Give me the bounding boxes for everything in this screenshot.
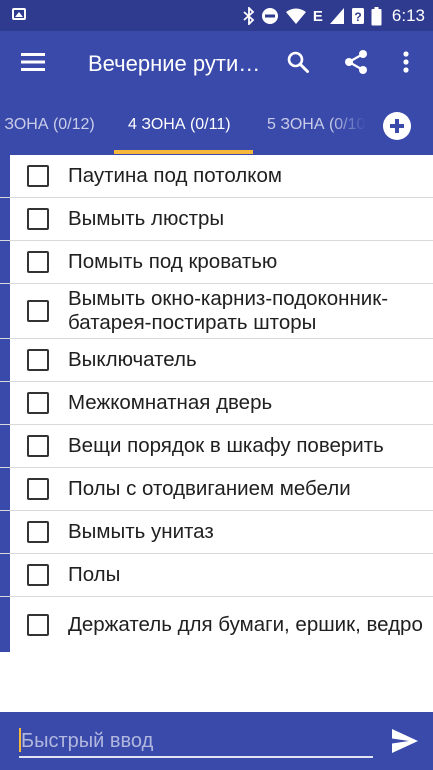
plus-circle-icon[interactable] — [383, 112, 411, 140]
task-checkbox[interactable] — [27, 435, 49, 457]
task-checkbox[interactable] — [27, 478, 49, 500]
send-icon[interactable] — [390, 727, 420, 755]
task-label: Паутина под потолком — [68, 164, 282, 187]
list-item[interactable]: Вымыть люстры — [0, 198, 433, 241]
tab-zone-4[interactable]: 4 ЗОНА (0/11) — [128, 95, 231, 155]
list-item[interactable]: Паутина под потолком — [0, 155, 433, 198]
task-label: Вымыть окно-карниз-подоконник-батарея-по… — [68, 287, 389, 334]
list-item[interactable]: Выключатель — [0, 339, 433, 382]
gallery-icon — [12, 8, 26, 20]
toolbar-title: Вечерние рутины — [88, 51, 263, 76]
task-label: Помыть под кроватью — [68, 250, 278, 273]
network-type-label: E — [312, 7, 323, 25]
search-icon[interactable] — [284, 48, 312, 76]
tab-zone-3[interactable]: 3 ЗОНА (0/12) — [0, 95, 95, 155]
quick-entry-bar — [0, 712, 433, 770]
toolbar: Вечерние рутины — [0, 31, 433, 95]
list-item[interactable]: Держатель для бумаги, ершик, ведро — [0, 597, 433, 652]
wifi-icon — [285, 8, 307, 25]
task-label: Выключатель — [68, 348, 197, 371]
task-label: Держатель для бумаги, ершик, ведро — [68, 612, 423, 636]
task-label: Вещи порядок в шкафу поверить — [68, 434, 384, 457]
task-checkbox[interactable] — [27, 251, 49, 273]
signal-icon — [329, 7, 345, 25]
tabs-fade — [330, 95, 375, 155]
active-tab-indicator — [114, 150, 253, 154]
task-checkbox[interactable] — [27, 300, 49, 322]
battery-icon — [371, 6, 382, 26]
task-checkbox[interactable] — [27, 613, 49, 636]
list-item[interactable]: Вымыть окно-карниз-подоконник-батарея-по… — [0, 284, 433, 339]
task-label: Вымыть люстры — [68, 207, 225, 230]
list-item[interactable]: Полы — [0, 554, 433, 597]
list-item[interactable]: Вымыть унитаз — [0, 511, 433, 554]
list-item[interactable]: Вещи порядок в шкафу поверить — [0, 425, 433, 468]
list-item[interactable]: Полы с отодвиганием мебели — [0, 468, 433, 511]
task-label: Межкомнатная дверь — [68, 391, 273, 414]
task-checkbox[interactable] — [27, 392, 49, 414]
quick-entry-input[interactable] — [19, 726, 373, 758]
task-label: Полы с отодвиганием мебели — [68, 477, 351, 500]
clock: 6:13 — [391, 6, 425, 25]
task-checkbox[interactable] — [27, 521, 49, 543]
status-icons: E ? 6:13 — [243, 5, 425, 27]
do-not-disturb-icon — [261, 7, 279, 25]
task-checkbox[interactable] — [27, 165, 49, 187]
bluetooth-icon — [243, 7, 255, 25]
task-list: Паутина под потолком Вымыть люстры Помыт… — [0, 155, 433, 652]
svg-text:?: ? — [354, 10, 361, 24]
task-label: Вымыть унитаз — [68, 520, 214, 543]
task-checkbox[interactable] — [27, 564, 49, 586]
task-label: Полы — [68, 563, 121, 586]
text-caret — [19, 728, 21, 752]
task-checkbox[interactable] — [27, 208, 49, 230]
list-item[interactable]: Межкомнатная дверь — [0, 382, 433, 425]
status-bar: E ? 6:13 — [0, 0, 433, 31]
list-item[interactable]: Помыть под кроватью — [0, 241, 433, 284]
share-icon[interactable] — [342, 48, 370, 76]
task-checkbox[interactable] — [27, 349, 49, 371]
menu-icon[interactable] — [20, 51, 46, 73]
more-vertical-icon[interactable] — [392, 48, 420, 76]
unknown-sim-icon: ? — [351, 7, 365, 25]
